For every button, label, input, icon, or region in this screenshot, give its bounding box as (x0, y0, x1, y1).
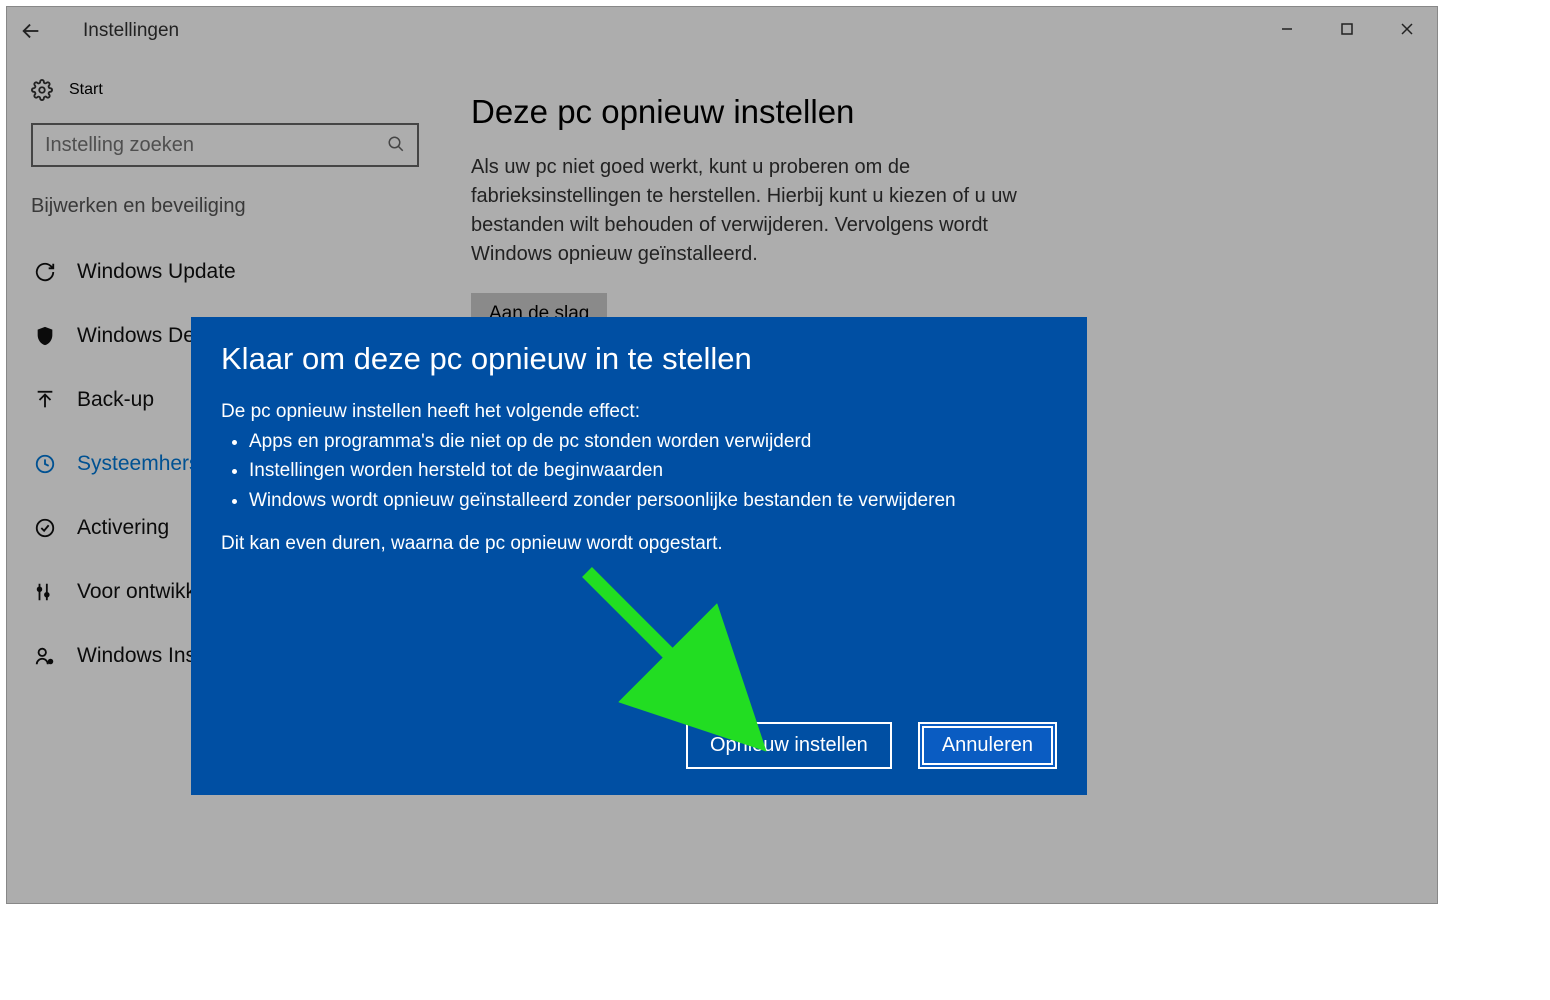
cancel-button[interactable]: Annuleren (918, 722, 1057, 769)
dialog-bullet: Apps en programma's die niet op de pc st… (249, 427, 1057, 456)
dialog-bullet: Windows wordt opnieuw geïnstalleerd zond… (249, 486, 1057, 515)
dialog-note: Dit kan even duren, waarna de pc opnieuw… (221, 533, 1057, 555)
dialog-bullet: Instellingen worden hersteld tot de begi… (249, 456, 1057, 485)
dialog-buttons: Opnieuw instellen Annuleren (686, 722, 1057, 769)
dialog-title: Klaar om deze pc opnieuw in te stellen (221, 341, 1057, 377)
dialog-bullet-list: Apps en programma's die niet op de pc st… (221, 427, 1057, 515)
reset-dialog: Klaar om deze pc opnieuw in te stellen D… (191, 317, 1087, 795)
settings-window: Instellingen Start (6, 6, 1438, 904)
reset-button[interactable]: Opnieuw instellen (686, 722, 892, 769)
dialog-lead: De pc opnieuw instellen heeft het volgen… (221, 401, 1057, 423)
